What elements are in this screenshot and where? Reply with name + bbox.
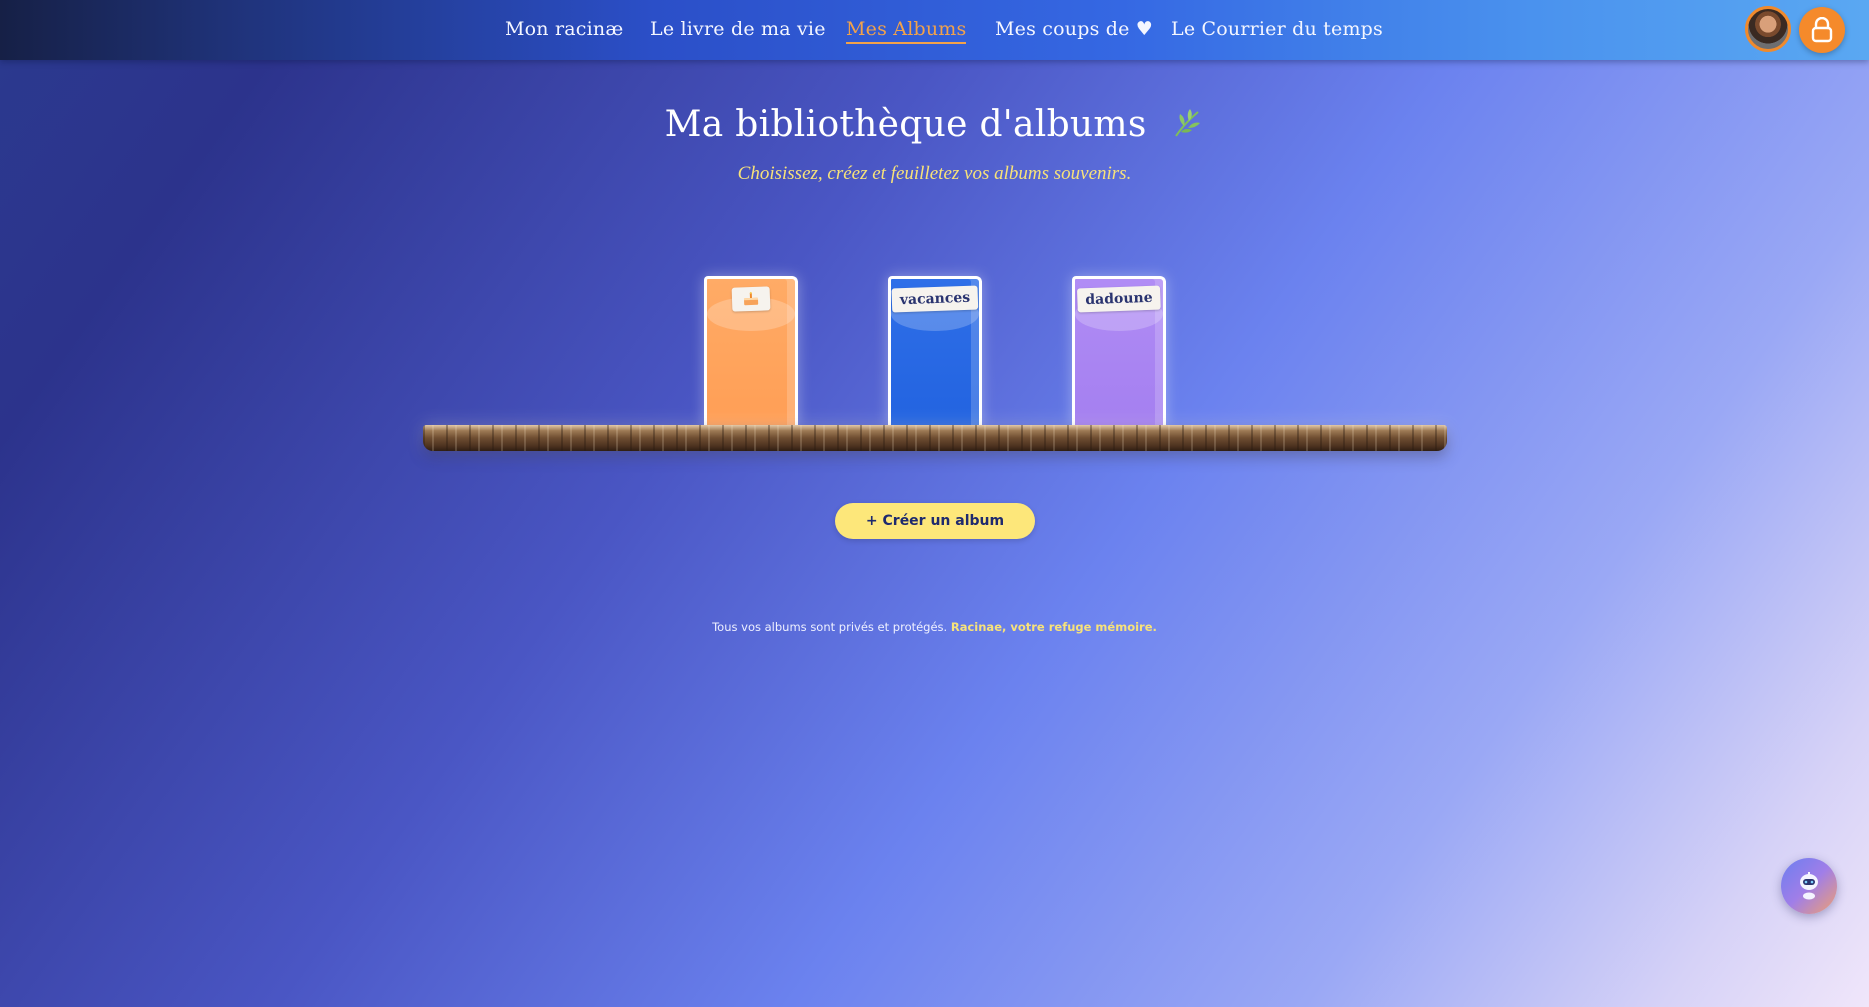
privacy-note: Tous vos albums sont privés et protégés.…	[0, 620, 1869, 634]
cake-icon	[743, 292, 759, 306]
lock-icon	[1811, 17, 1833, 43]
leaf-icon	[1170, 106, 1204, 149]
wooden-shelf	[423, 425, 1447, 451]
album-label-1	[731, 286, 771, 312]
page-subtitle: Choisissez, créez et feuilletez vos albu…	[737, 163, 1132, 184]
nav-mon-racinae[interactable]: Mon racinæ	[505, 18, 623, 40]
assistant-chat-button[interactable]	[1781, 858, 1837, 914]
album-label-3: dadoune	[1076, 285, 1162, 313]
album-card-2[interactable]: vacances	[888, 276, 982, 428]
user-avatar[interactable]	[1745, 6, 1791, 52]
page-title-text: Ma bibliothèque d'albums	[664, 104, 1147, 145]
nav-mes-coups-de-coeur[interactable]: Mes coups de ♥	[995, 18, 1153, 40]
robot-icon	[1800, 872, 1818, 900]
create-album-button[interactable]: + Créer un album	[835, 503, 1035, 539]
privacy-note-text: Tous vos albums sont privés et protégés.	[712, 620, 948, 634]
top-nav-bar: Mon racinæ Le livre de ma vie Mes Albums…	[0, 0, 1869, 60]
album-card-1[interactable]	[704, 276, 798, 428]
nav-livre-de-ma-vie[interactable]: Le livre de ma vie	[650, 18, 826, 40]
album-card-3[interactable]: dadoune	[1072, 276, 1166, 428]
album-label-2: vacances	[891, 285, 979, 313]
nav-courrier-du-temps[interactable]: Le Courrier du temps	[1171, 18, 1383, 40]
nav-mes-albums[interactable]: Mes Albums	[846, 18, 967, 44]
brand-tagline: Racinae, votre refuge mémoire.	[950, 620, 1157, 634]
page-title: Ma bibliothèque d'albums	[0, 104, 1869, 149]
lock-button[interactable]	[1799, 7, 1845, 53]
